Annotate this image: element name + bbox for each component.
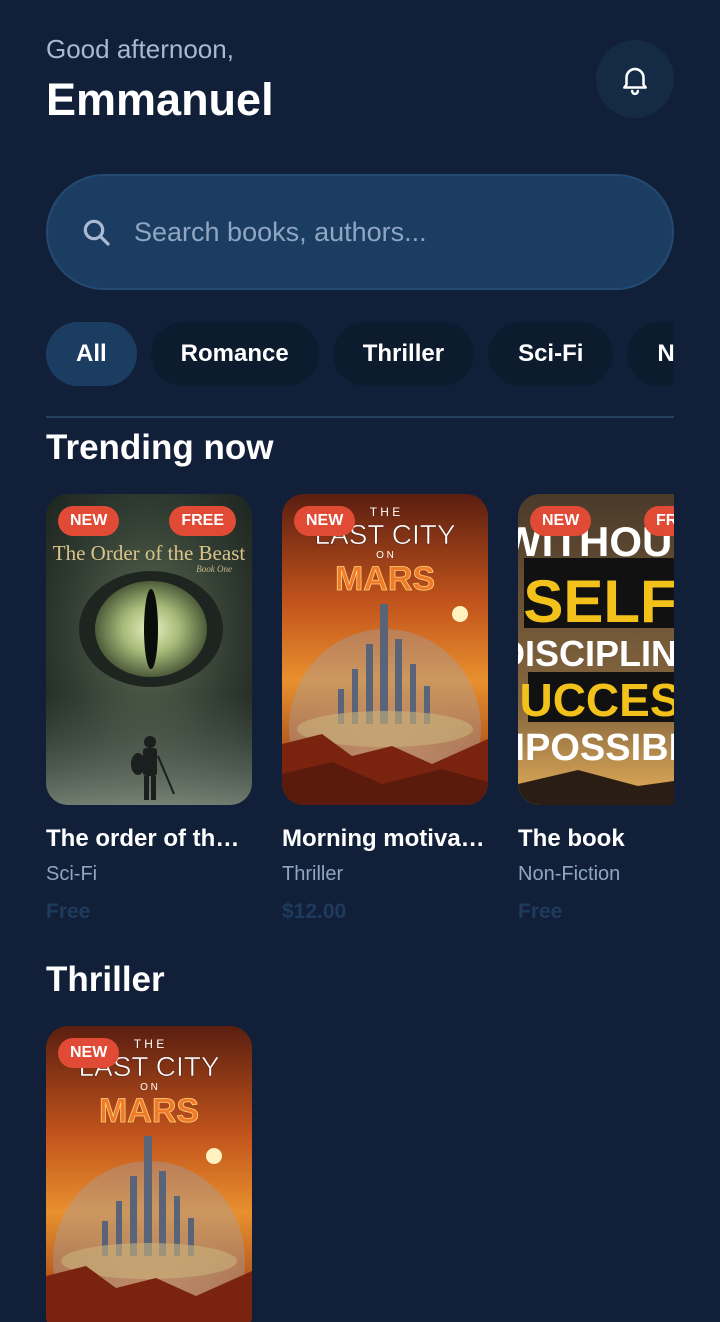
chip-romance[interactable]: Romance [150, 322, 319, 386]
cover-line-5: IMPOSSIBLE [518, 727, 674, 769]
book-title: The book [518, 825, 625, 852]
search-input[interactable] [134, 216, 594, 248]
book-card-last-city-on-mars[interactable]: T H E LAST CITY O N MARS NEW [46, 1026, 252, 1322]
dragon-eye-cover-art: The Order of the Beast Book One [46, 494, 252, 805]
divider [46, 416, 674, 418]
book-card-the-book[interactable]: WITHOUT SELF DISCIPLINE SUCCESS IMPOSSIB… [518, 494, 674, 924]
book-genre: Thriller [282, 863, 344, 885]
chip-sci-fi[interactable]: Sci-Fi [488, 322, 614, 386]
new-badge: NEW [58, 1038, 120, 1068]
chip-nonfiction[interactable]: N [627, 322, 674, 386]
cover-the-text: T H E [134, 1037, 164, 1051]
trending-section-title: Trending now [46, 428, 274, 467]
book-cover: The Order of the Beast Book One NEW FREE [46, 494, 252, 805]
thriller-section-title: Thriller [46, 960, 165, 999]
book-title: The order of the ... [46, 825, 252, 852]
book-cover: T H E LAST CITY O N MARS NEW [282, 494, 488, 805]
thriller-row: T H E LAST CITY O N MARS NEW [46, 1026, 674, 1322]
book-price: Free [518, 900, 563, 923]
search-icon [83, 219, 110, 246]
cover-line-2: SELF [523, 568, 674, 635]
mars-city-cover-art: T H E LAST CITY O N MARS [282, 494, 488, 805]
chip-thriller[interactable]: Thriller [332, 322, 475, 386]
cover-line-3: DISCIPLINE [518, 633, 674, 674]
cover-mars-text: MARS [99, 1092, 199, 1130]
self-discipline-cover-art: WITHOUT SELF DISCIPLINE SUCCESS IMPOSSIB… [518, 494, 674, 805]
book-cover: T H E LAST CITY O N MARS NEW [46, 1026, 252, 1322]
book-genre: Non-Fiction [518, 863, 621, 885]
book-cover: WITHOUT SELF DISCIPLINE SUCCESS IMPOSSIB… [518, 494, 674, 805]
search-bar[interactable] [46, 174, 674, 290]
notifications-button[interactable] [596, 40, 674, 118]
username-heading: Emmanuel [46, 74, 274, 125]
free-badge: FREE [644, 506, 674, 536]
new-badge: NEW [294, 506, 356, 536]
cover-title-text: The Order of the Beast [53, 541, 246, 565]
book-price: $12.00 [282, 900, 347, 923]
greeting-text: Good afternoon, [46, 34, 234, 64]
book-card-order-of-the-beast[interactable]: The Order of the Beast Book One NEW FREE… [46, 494, 252, 924]
book-title: Morning motivat... [282, 825, 488, 852]
cover-line-4: SUCCESS [518, 674, 674, 726]
cover-the-text: T H E [370, 505, 400, 519]
bell-icon [623, 67, 647, 96]
chip-all[interactable]: All [46, 322, 137, 386]
new-badge: NEW [58, 506, 120, 536]
book-price: Free [46, 900, 91, 923]
cover-mars-text: MARS [335, 560, 435, 598]
new-badge: NEW [530, 506, 592, 536]
mars-city-cover-art: T H E LAST CITY O N MARS [46, 1026, 252, 1322]
book-genre: Sci-Fi [46, 863, 98, 885]
free-badge: FREE [169, 506, 236, 536]
trending-row: The Order of the Beast Book One NEW FREE… [46, 494, 674, 934]
category-chips: All Romance Thriller Sci-Fi N [46, 322, 674, 388]
cover-subtitle-text: Book One [196, 564, 232, 574]
book-card-last-city-on-mars[interactable]: T H E LAST CITY O N MARS NEW Morning mot… [282, 494, 488, 924]
